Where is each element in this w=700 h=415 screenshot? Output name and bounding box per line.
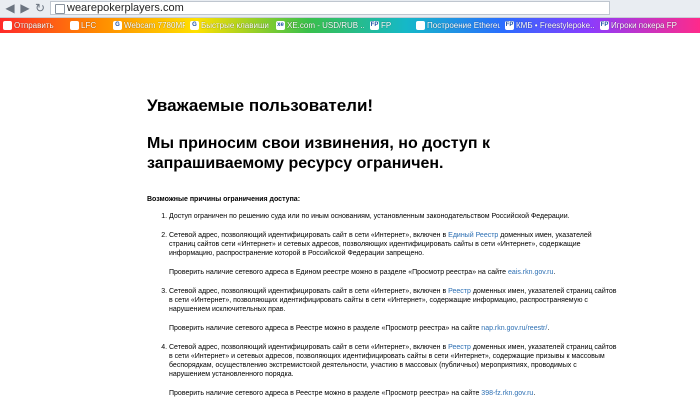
registry-site-link[interactable]: 398-fz.rkn.gov.ru: [481, 390, 533, 397]
page-icon: [55, 4, 65, 14]
back-arrow-icon[interactable]: ◀: [3, 1, 17, 15]
bookmark-item[interactable]: FP FP: [370, 19, 410, 32]
check-note: Проверить наличие сетевого адреса в Реес…: [169, 390, 536, 397]
bookmark-item[interactable]: GWebcam 7780MP ...: [113, 19, 185, 32]
browser-toolbar: ◀ ▶ ↻ wearepokerplayers.com: [0, 0, 700, 18]
bookmarks-bar: Отправить LFC GWebcam 7780MP ... GБыстры…: [0, 18, 700, 33]
reasons-list: Доступ ограничен по решению суда или по …: [147, 212, 617, 398]
google-icon: G: [113, 21, 122, 31]
bookmark-item[interactable]: Отправить: [3, 19, 63, 32]
reason-item: Сетевой адрес, позволяющий идентифициров…: [169, 231, 617, 277]
reasons-title: Возможные причины ограничения доступа:: [147, 196, 301, 203]
registry-site-link[interactable]: nap.rkn.gov.ru/reestr/: [481, 325, 547, 332]
registry-link[interactable]: Реестр: [448, 288, 471, 295]
check-note: Проверить наличие сетевого адреса в Реес…: [169, 325, 550, 332]
fp-icon: FP: [505, 21, 514, 31]
block-notice: Уважаемые пользователи! Мы приносим свои…: [147, 96, 617, 408]
bookmark-icon: [70, 21, 79, 31]
reason-item: Сетевой адрес, позволяющий идентифициров…: [169, 287, 617, 333]
fp-icon: FP: [370, 21, 379, 31]
bookmark-item[interactable]: LFC: [70, 19, 110, 32]
greeting-heading: Уважаемые пользователи!: [147, 96, 374, 115]
xe-icon: xe: [276, 21, 285, 31]
address-text: wearepokerplayers.com: [67, 2, 184, 14]
bookmark-item[interactable]: Построение Ethereum...: [416, 19, 500, 32]
bookmark-item[interactable]: GБыстрые клавиши ...: [190, 19, 270, 32]
fp-icon: FP: [600, 21, 609, 31]
registry-link[interactable]: Реестр: [448, 344, 471, 351]
check-note: Проверить наличие сетевого адреса в Един…: [169, 269, 556, 276]
registry-site-link[interactable]: eais.rkn.gov.ru: [508, 269, 553, 276]
bookmark-item[interactable]: xe XE.com - USD/RUB ...: [276, 19, 364, 32]
registry-link[interactable]: Единый Реестр: [448, 232, 498, 239]
google-icon: G: [190, 21, 199, 31]
forward-arrow-icon[interactable]: ▶: [18, 1, 32, 15]
bookmark-item[interactable]: FP КМБ • Freestylepoke...: [505, 19, 595, 32]
bookmark-item[interactable]: FP Игроки покера FP: [600, 19, 698, 32]
bookmark-icon: [416, 21, 425, 31]
bookmark-icon: [3, 21, 12, 31]
reason-item: Доступ ограничен по решению суда или по …: [169, 212, 617, 221]
apology-heading: Мы приносим свои извинения, но доступ к …: [147, 135, 491, 172]
reason-item: Сетевой адрес, позволяющий идентифициров…: [169, 343, 617, 398]
address-bar[interactable]: wearepokerplayers.com: [50, 1, 610, 15]
reload-icon[interactable]: ↻: [33, 1, 47, 15]
